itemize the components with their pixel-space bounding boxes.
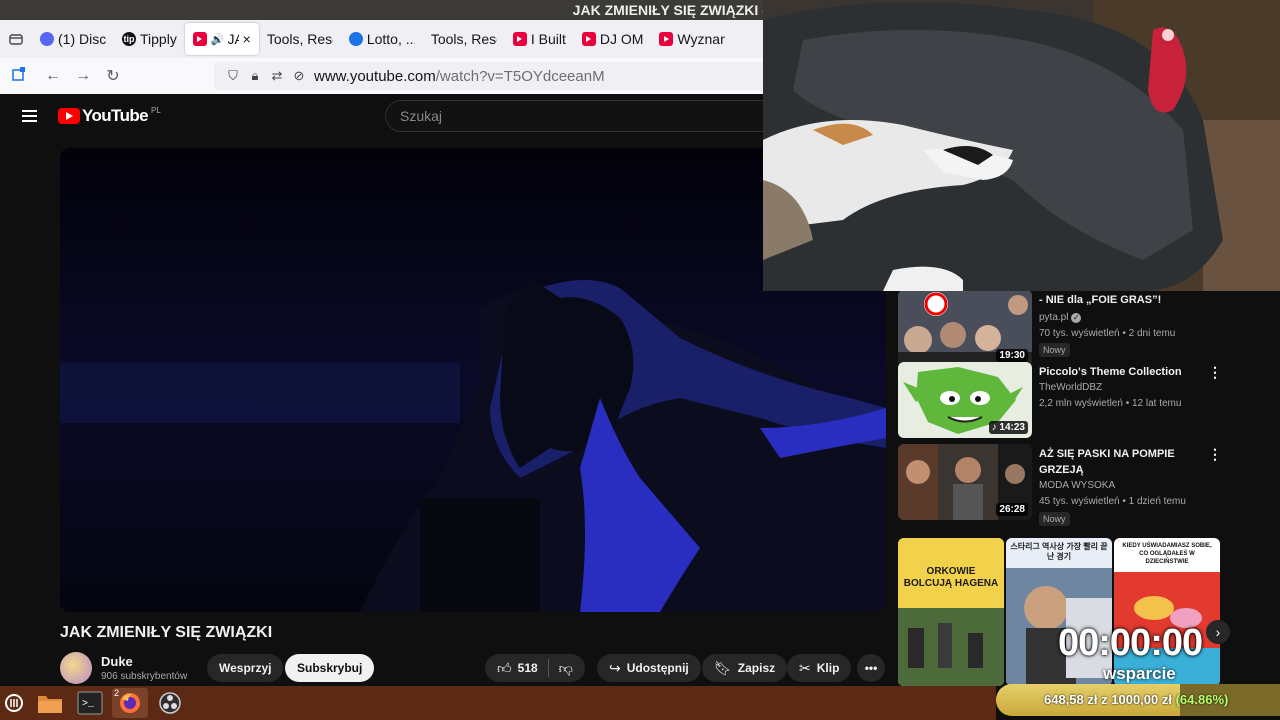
tab-dj-om[interactable]: DJ OM xyxy=(574,23,652,55)
donation-goal-text: 648,58 zł z 1000,00 zł (64.86%) xyxy=(1044,692,1229,707)
new-window-icon[interactable] xyxy=(4,66,34,87)
shorts-next-icon[interactable]: › xyxy=(1206,620,1230,644)
verified-icon: ✓ xyxy=(1071,313,1082,323)
stream-timer: 00:00:00 xyxy=(1058,622,1203,664)
tab-tools-1[interactable]: Tools, Resources xyxy=(259,23,341,55)
url-host: www.youtube.com xyxy=(314,67,436,85)
file-manager-icon[interactable] xyxy=(32,688,68,718)
recommendation-channel[interactable]: pyta.pl ✓ xyxy=(1039,312,1082,323)
tab-tools-2[interactable]: Tools, Resources xyxy=(423,23,505,55)
tab-list-icon[interactable] xyxy=(0,20,32,58)
url-bar[interactable]: ⛉ 🔒︎ ⇄ ⊘ www.youtube.com/watch?v=T5OYdce… xyxy=(214,62,774,90)
taskbar: >_ 2 xyxy=(0,686,996,720)
new-badge: Nowy xyxy=(1039,512,1070,526)
tab-i-built[interactable]: I Built xyxy=(505,23,574,55)
webcam-overlay xyxy=(763,0,1280,291)
lock-icon[interactable]: 🔒︎ xyxy=(244,68,266,84)
youtube-logo[interactable]: YouTube PL xyxy=(58,106,161,126)
close-tab-icon[interactable]: × xyxy=(243,31,251,47)
video-thumbnail[interactable]: 26:28 xyxy=(898,444,1032,520)
channel-name[interactable]: Duke xyxy=(101,654,133,669)
more-icon: ••• xyxy=(864,661,878,675)
support-label: wsparcie xyxy=(1103,664,1176,683)
recommendation-meta: 45 tys. wyświetleń • 1 dzień temu xyxy=(1039,496,1186,507)
short-image xyxy=(898,538,1004,686)
more-options-icon[interactable]: ⋮ xyxy=(1208,364,1222,381)
tab-discord[interactable]: (1) Discord xyxy=(32,23,114,55)
more-options-icon[interactable]: ⋮ xyxy=(1208,446,1222,463)
new-badge: Nowy xyxy=(1039,343,1070,357)
like-count[interactable]: 518 xyxy=(518,661,538,675)
video-duration: 19:30 xyxy=(996,349,1028,362)
youtube-logo-icon xyxy=(58,108,80,124)
firefox-icon[interactable]: 2 xyxy=(112,688,148,718)
terminal-icon[interactable]: >_ xyxy=(72,688,108,718)
like-icon[interactable]: 👍︎ xyxy=(497,660,512,677)
tab-wyznanie[interactable]: Wyznanie xyxy=(651,23,733,55)
recommendation-meta: 2,2 mln wyświetleń • 12 lat temu xyxy=(1039,398,1182,409)
obs-icon[interactable] xyxy=(152,688,188,718)
video-owner-row: Duke 906 subskrybentów Wesprzyj Subskryb… xyxy=(60,650,890,686)
svg-text:>_: >_ xyxy=(82,699,95,710)
shield-icon[interactable]: ⛉ xyxy=(222,68,244,84)
video-thumbnail[interactable]: 19:30 xyxy=(898,290,1032,366)
video-title: JAK ZMIENIŁY SIĘ ZWIĄZKI xyxy=(60,624,273,641)
recommendation-title[interactable]: AŻ SIĘ PASKI NA POMPIE GRZEJĄ xyxy=(1039,446,1189,478)
search-input[interactable]: Szukaj xyxy=(385,100,785,132)
discord-icon xyxy=(40,32,54,46)
divider xyxy=(547,659,549,677)
recommendation-title[interactable]: - NIE dla „FOIE GRAS”! xyxy=(1039,292,1189,308)
scissors-icon: ✂ xyxy=(799,659,811,676)
youtube-icon xyxy=(659,32,674,46)
like-dislike-group: 👍︎ 518 👎︎ xyxy=(485,654,585,682)
recommendation-item[interactable]: ♪ 14:23 Piccolo's Theme Collection TheWo… xyxy=(898,362,1228,440)
video-thumbnail[interactable]: ♪ 14:23 xyxy=(898,362,1032,438)
back-icon[interactable]: ← xyxy=(38,67,68,85)
share-button[interactable]: ↪ Udostępnij xyxy=(597,654,701,682)
short-thumbnail[interactable]: ORKOWIE BOLCUJĄ HAGENA xyxy=(898,538,1004,686)
menu-icon[interactable] xyxy=(22,110,37,122)
tab-lotto[interactable]: Lotto, ... xyxy=(341,23,423,55)
recommendation-meta: 70 tys. wyświetleń • 2 dni temu xyxy=(1039,328,1176,339)
recommendation-item[interactable]: 19:30 - NIE dla „FOIE GRAS”! pyta.pl ✓ 7… xyxy=(898,290,1228,368)
short-caption: KIEDY UŚWIADAMIASZ SOBIE, CO OGLĄDAŁEŚ W… xyxy=(1122,543,1212,565)
dislike-icon[interactable]: 👎︎ xyxy=(559,660,573,677)
share-icon: ↪ xyxy=(609,659,621,676)
bookmark-icon: 🔖︎ xyxy=(714,659,732,676)
short-caption: ORKOWIE BOLCUJĄ HAGENA xyxy=(903,566,999,589)
donation-goal-bar: 648,58 zł z 1000,00 zł (64.86%) xyxy=(996,684,1280,716)
support-button[interactable]: Wesprzyj xyxy=(207,654,284,682)
shorts-shelf: ORKOWIE BOLCUJĄ HAGENA 스타리그 역사상 가장 빨리 끝난… xyxy=(898,538,1230,688)
video-duration: 26:28 xyxy=(996,503,1028,516)
recommendation-title[interactable]: Piccolo's Theme Collection xyxy=(1039,364,1189,380)
window-count: 2 xyxy=(114,688,120,698)
channel-avatar[interactable] xyxy=(60,652,92,684)
url-path: /watch?v=T5OYdceeanM xyxy=(435,67,605,85)
speaker-icon[interactable]: 🔊 xyxy=(211,33,225,46)
menu-button-icon[interactable] xyxy=(0,688,28,718)
video-duration: ♪ 14:23 xyxy=(988,421,1028,434)
reload-icon[interactable]: ↻ xyxy=(98,66,128,86)
tipply-icon: tip xyxy=(122,32,136,46)
more-actions-button[interactable]: ••• xyxy=(857,654,885,682)
youtube-icon xyxy=(192,32,207,46)
youtube-icon xyxy=(512,32,527,46)
permissions-icon[interactable]: ⇄ xyxy=(266,68,288,84)
lotto-icon xyxy=(348,32,363,46)
youtube-icon xyxy=(581,32,596,46)
recommendation-channel[interactable]: TheWorldDBZ xyxy=(1039,382,1102,393)
tab-tipply[interactable]: tip Tipply xyxy=(114,23,185,55)
tab-youtube-active[interactable]: 🔊JAK ZMIENIŁY SIĘ ZWIĄZKI× xyxy=(184,23,259,55)
webcam-image xyxy=(763,0,1280,291)
subscriber-count: 906 subskrybentów xyxy=(101,671,188,682)
clip-button[interactable]: ✂ Klip xyxy=(787,654,852,682)
forward-icon[interactable]: → xyxy=(68,67,98,85)
short-caption: 스타리그 역사상 가장 빨리 끝난 경기 xyxy=(1010,542,1108,561)
autoplay-blocked-icon[interactable]: ⊘ xyxy=(288,68,310,84)
recommendation-channel[interactable]: MODA WYSOKA xyxy=(1039,480,1115,491)
subscribe-button[interactable]: Subskrybuj xyxy=(285,654,375,682)
save-button[interactable]: 🔖︎ Zapisz xyxy=(702,654,788,682)
recommendation-item[interactable]: 26:28 AŻ SIĘ PASKI NA POMPIE GRZEJĄ MODA… xyxy=(898,444,1228,526)
